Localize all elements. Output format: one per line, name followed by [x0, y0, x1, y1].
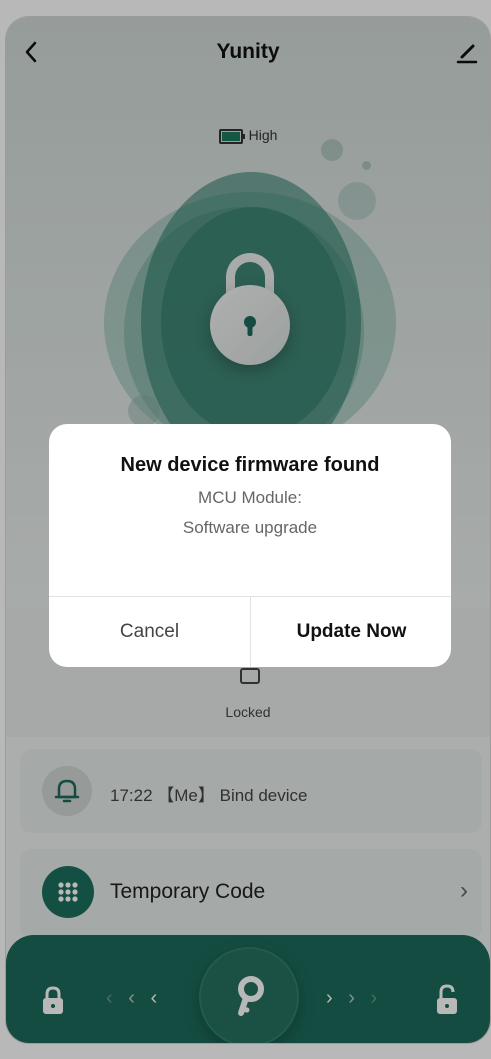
dialog-module-label: MCU Module:: [198, 488, 302, 507]
update-now-button[interactable]: Update Now: [251, 597, 451, 667]
dialog-description: Software upgrade: [182, 518, 318, 537]
firmware-update-dialog: New device firmware found MCU Module: So…: [49, 424, 451, 667]
cancel-button[interactable]: Cancel: [49, 597, 250, 667]
dialog-title: New device firmware found: [120, 454, 380, 476]
